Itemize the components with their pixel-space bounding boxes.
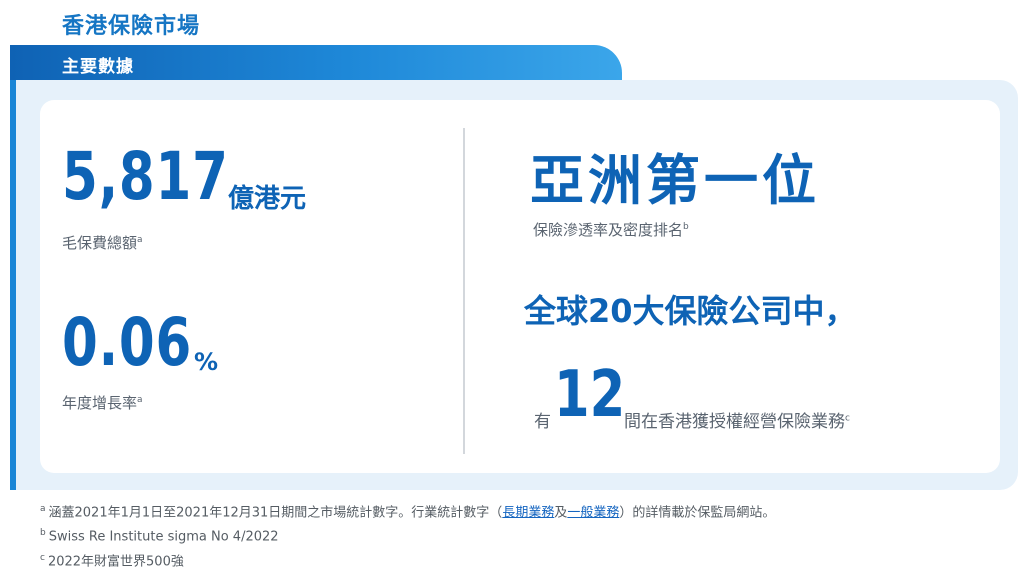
global-count: 12 [554, 358, 626, 432]
footnote-b-text: Swiss Re Institute sigma No 4/2022 [48, 529, 279, 545]
section-tab-label: 主要數據 [62, 57, 134, 77]
growth-value: 0.06 [62, 304, 193, 381]
global-title: 全球20大保險公司中， [524, 292, 857, 330]
premium-footnote-mark: a [137, 235, 143, 245]
footnote-b-mark: b [40, 528, 46, 539]
section-tab: 主要數據 [10, 45, 622, 85]
page-title: 香港保險市場 [62, 14, 201, 39]
footnote-c: c 2022年財富世界500強 [40, 548, 775, 572]
general-business-link[interactable]: 一般業務 [567, 505, 619, 520]
footnote-a: a 涵蓋2021年1月1日至2021年12月31日期間之市場統計數字。行業統計數字… [40, 499, 775, 523]
premium-value: 5,817 [62, 138, 229, 215]
ranking-footnote-mark: b [683, 222, 689, 232]
premium-caption-text: 毛保費總額 [62, 234, 138, 252]
global-suffix-text: 間在香港獲授權經營保險業務 [624, 412, 845, 432]
footnote-a-and: 及 [554, 505, 568, 521]
global-footnote-mark: c [845, 413, 850, 424]
growth-caption-text: 年度增長率 [62, 394, 138, 412]
footnote-a-text-1: 涵蓋2021年1月1日至2021年12月31日期間之市場統計數字。行業統計數字（ [48, 505, 503, 521]
footnote-b: b Swiss Re Institute sigma No 4/2022 [40, 523, 775, 547]
footnote-c-mark: c [40, 552, 45, 563]
global-suffix: 間在香港獲授權經營保險業務c [624, 407, 850, 432]
long-term-business-link[interactable]: 長期業務 [502, 505, 554, 520]
growth-footnote-mark: a [137, 395, 143, 405]
ranking-caption: 保險滲透率及密度排名b [533, 219, 689, 240]
column-divider [463, 128, 465, 454]
global-prefix: 有 [534, 412, 551, 432]
premium-caption: 毛保費總額a [62, 232, 143, 253]
footnotes: a 涵蓋2021年1月1日至2021年12月31日期間之市場統計數字。行業統計數字… [40, 499, 775, 572]
growth-caption: 年度增長率a [62, 392, 143, 413]
ranking-caption-text: 保險滲透率及密度排名 [533, 221, 684, 239]
footnote-a-mark: a [40, 504, 46, 514]
premium-unit: 億港元 [228, 184, 307, 214]
ranking-title: 亞洲第一位 [530, 149, 820, 212]
footnote-a-text-2: ）的詳情載於保監局網站。 [619, 505, 776, 521]
growth-unit: % [194, 348, 219, 376]
